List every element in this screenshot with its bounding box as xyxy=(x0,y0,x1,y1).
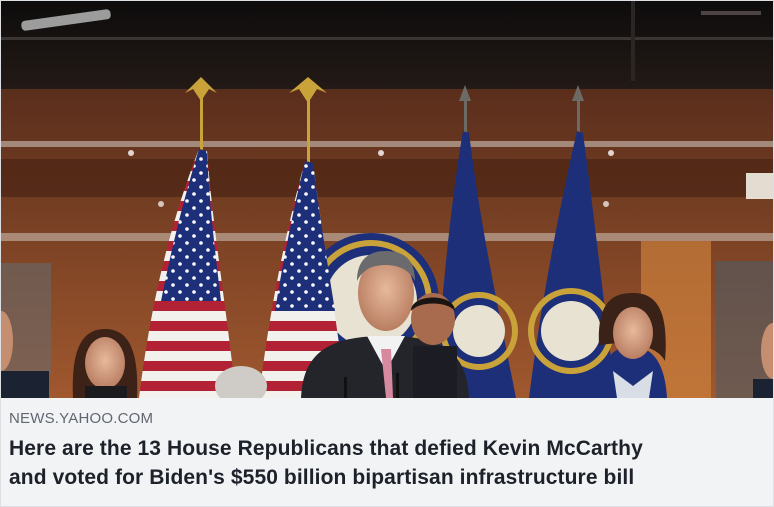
article-headline[interactable]: Here are the 13 House Republicans that d… xyxy=(9,434,763,492)
article-photo[interactable] xyxy=(1,1,773,398)
source-domain: NEWS.YAHOO.COM xyxy=(9,410,154,427)
link-preview-card[interactable]: NEWS.YAHOO.COM Here are the 13 House Rep… xyxy=(0,0,774,507)
headline-line-1: Here are the 13 House Republicans that d… xyxy=(9,437,643,460)
link-preview-text[interactable]: NEWS.YAHOO.COM Here are the 13 House Rep… xyxy=(1,398,773,506)
headline-line-2: and voted for Biden's $550 billion bipar… xyxy=(9,466,635,489)
